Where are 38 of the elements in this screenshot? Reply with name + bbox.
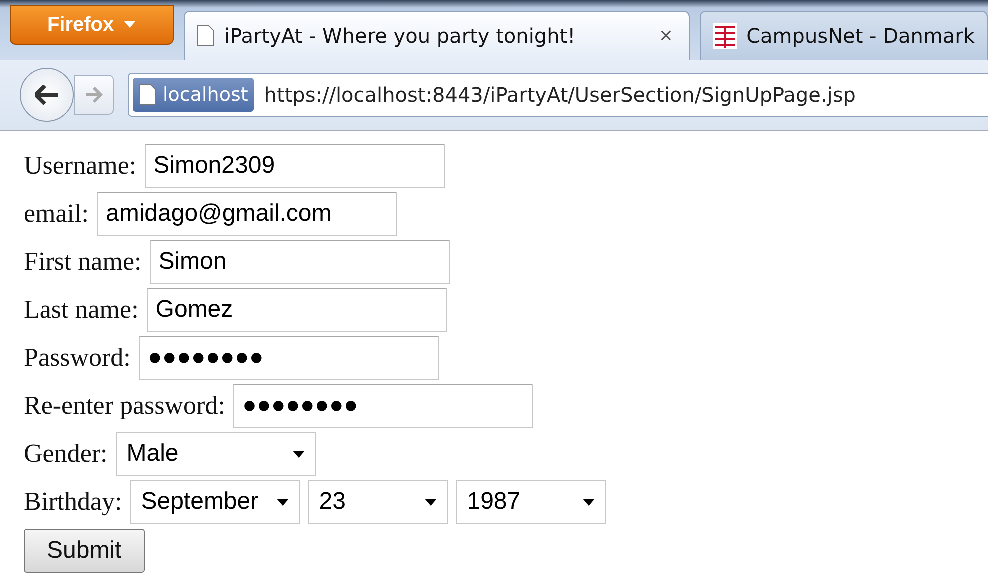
back-arrow-icon <box>35 85 59 105</box>
page-icon <box>139 84 157 106</box>
browser-tab[interactable]: iPartyAt - Where you party tonight! × <box>184 11 690 60</box>
field-label: Last name: <box>24 295 139 325</box>
password-field[interactable]: ●●●●●●●● <box>233 384 534 428</box>
caret-icon <box>292 450 305 458</box>
field-label: Birthday: <box>24 487 122 517</box>
tab-title: CampusNet - Danmark <box>746 24 975 48</box>
dropdown[interactable]: September <box>130 480 300 524</box>
tab-title: iPartyAt - Where you party tonight! <box>224 24 577 48</box>
text-field[interactable]: Simon <box>150 240 450 284</box>
field-label: Re-enter password: <box>24 391 226 421</box>
field-label: First name: <box>24 247 142 277</box>
password-field[interactable]: ●●●●●●●● <box>138 336 439 380</box>
site-identity-badge[interactable]: localhost <box>133 78 254 112</box>
browser-tab[interactable]: CampusNet - Danmark <box>700 11 988 60</box>
caret-icon <box>425 498 438 506</box>
field-label: email: <box>24 199 89 229</box>
caret-icon <box>277 498 290 506</box>
page-icon <box>196 25 215 47</box>
submit-button[interactable]: Submit <box>24 529 145 573</box>
caret-icon <box>124 21 136 29</box>
text-field[interactable]: amidago@gmail.com <box>96 192 397 236</box>
field-label: Password: <box>24 343 131 373</box>
dropdown[interactable]: 1987 <box>456 480 606 524</box>
caret-icon <box>583 498 596 506</box>
text-field[interactable]: Gomez <box>146 288 447 332</box>
forward-arrow-icon <box>85 87 103 103</box>
dropdown[interactable]: Male <box>116 432 316 476</box>
field-label: Gender: <box>24 439 108 469</box>
grid-logo-icon <box>712 23 737 49</box>
address-bar[interactable]: localhost https://localhost:8443/iPartyAt/UserSection/SignUpPage.jsp <box>128 73 988 117</box>
close-tab-button[interactable]: × <box>656 23 677 49</box>
dropdown[interactable]: 23 <box>308 480 448 524</box>
back-button[interactable] <box>20 68 74 122</box>
field-label: Username: <box>24 151 137 181</box>
text-field[interactable]: Simon2309 <box>144 144 445 188</box>
url-text: https://localhost:8443/iPartyAt/UserSection/SignUpPage.jsp <box>264 83 856 107</box>
